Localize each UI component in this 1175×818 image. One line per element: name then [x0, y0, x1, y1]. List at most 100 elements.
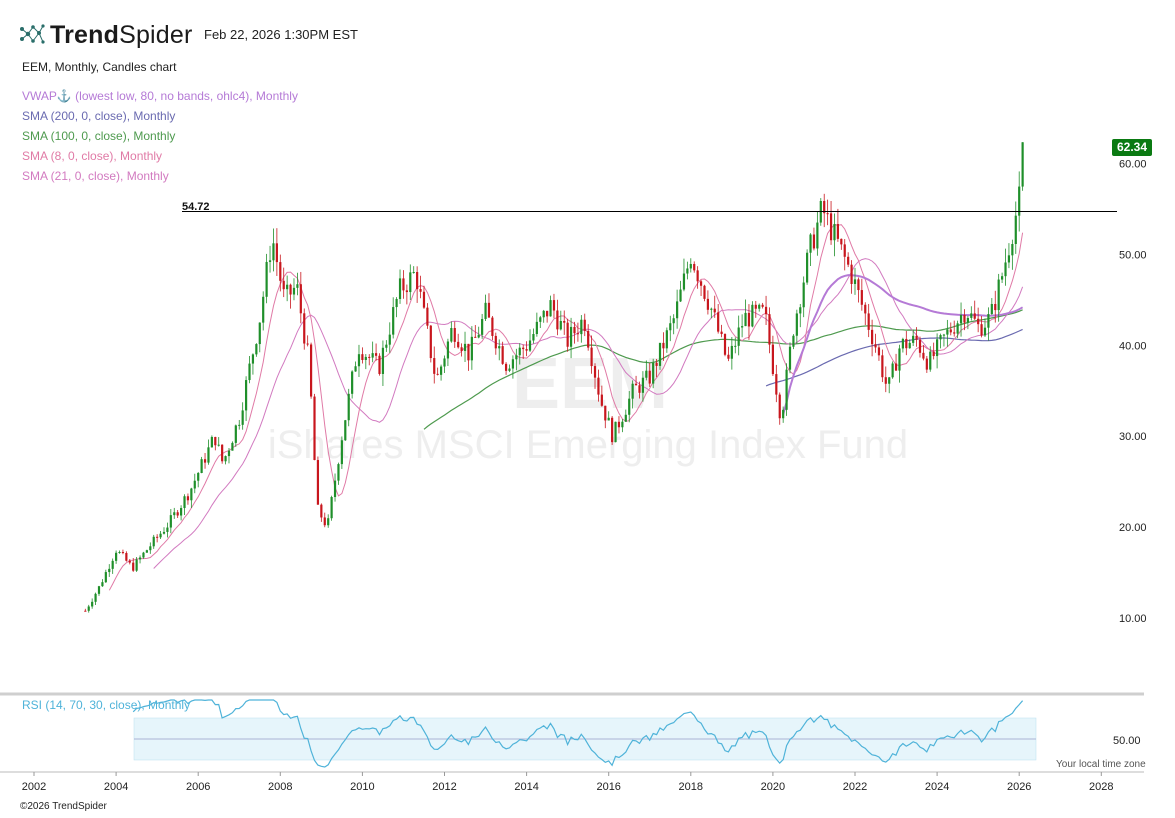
candle-body: [217, 444, 220, 446]
candle-body: [309, 344, 313, 397]
candle-body: [665, 330, 668, 349]
candle-body: [758, 304, 761, 309]
candle-body: [915, 335, 918, 340]
candle-body: [145, 550, 148, 553]
candle-body: [741, 326, 744, 328]
candle-body: [97, 586, 101, 594]
candle-body: [446, 341, 450, 359]
candle-body: [867, 313, 870, 330]
candle-body: [734, 345, 737, 347]
candle-body: [782, 409, 785, 419]
candle-body: [843, 244, 846, 257]
x-tick-label: 2002: [22, 781, 46, 793]
candle-body: [977, 318, 980, 325]
candle-body: [754, 304, 757, 309]
candle-body: [491, 317, 494, 336]
trendspider-logo[interactable]: TrendSpider: [18, 20, 193, 50]
candle-body: [980, 324, 983, 336]
candle-body: [768, 314, 771, 345]
candle-body: [751, 304, 754, 327]
candle-body: [467, 343, 470, 361]
candle-body: [573, 326, 576, 334]
candle-body: [528, 340, 532, 351]
candle-body: [918, 339, 922, 353]
x-tick-label: 2028: [1089, 781, 1113, 793]
candle-body: [898, 348, 901, 371]
candle-body: [156, 536, 159, 538]
candle-body: [959, 314, 963, 324]
indicator-sma-200[interactable]: SMA (200, 0, close), Monthly: [22, 106, 298, 126]
candle-body: [357, 354, 361, 367]
candle-body: [587, 330, 590, 348]
candle-body: [238, 424, 241, 426]
chart-header: TrendSpider Feb 22, 2026 1:30PM EST: [0, 0, 1175, 60]
candle-body: [354, 366, 357, 372]
candle-body: [929, 351, 932, 370]
candle-body: [207, 447, 210, 463]
rsi-indicator-label[interactable]: RSI (14, 70, 30, close), Monthly: [22, 698, 190, 712]
watermark-fund-name: iShares MSCI Emerging Index Fund: [268, 423, 908, 467]
rsi-axis-label: 50.00: [1113, 735, 1141, 747]
candle-body: [987, 314, 990, 328]
y-tick-label: 50.00: [1119, 249, 1147, 261]
candle-body: [703, 285, 706, 299]
candle-body: [453, 328, 456, 342]
candle-body: [487, 302, 491, 318]
candle-body: [316, 460, 320, 505]
candle-body: [788, 346, 792, 370]
x-tick-label: 2022: [843, 781, 867, 793]
chart-title: EEM, Monthly, Candles chart: [22, 60, 177, 74]
candle-body: [203, 459, 207, 463]
indicator-sma-8[interactable]: SMA (8, 0, close), Monthly: [22, 146, 298, 166]
candle-body: [87, 606, 90, 611]
candle-body: [737, 327, 740, 346]
candle-body: [224, 456, 227, 462]
candle-body: [115, 552, 118, 561]
x-tick-label: 2020: [761, 781, 785, 793]
candle-body: [559, 320, 562, 330]
candle-body: [809, 234, 812, 253]
candle-body: [351, 371, 354, 394]
indicator-vwap[interactable]: VWAP⚓ (lowest low, 80, no bands, ohlc4),…: [22, 86, 298, 106]
candle-body: [272, 243, 275, 261]
candle-body: [812, 234, 816, 249]
candle-body: [744, 312, 747, 327]
candle-body: [91, 601, 94, 607]
candle-body: [532, 334, 535, 341]
candle-body: [901, 338, 904, 349]
indicator-sma-21[interactable]: SMA (21, 0, close), Monthly: [22, 166, 298, 186]
candle-body: [853, 279, 857, 284]
brand-bold: Trend: [50, 20, 120, 49]
candle-body: [179, 508, 183, 516]
x-tick-label: 2024: [925, 781, 949, 793]
candle-body: [590, 347, 593, 367]
candle-body: [638, 385, 641, 393]
candle-body: [710, 308, 713, 310]
candle-body: [138, 557, 142, 560]
candle-body: [593, 366, 597, 378]
sma-200-path: [765, 328, 1023, 387]
candle-body: [159, 533, 162, 538]
candle-body: [894, 363, 898, 371]
candle-body: [327, 518, 330, 526]
candle-body: [368, 356, 371, 358]
candle-body: [337, 464, 340, 481]
candle-body: [484, 302, 487, 319]
candle-body: [268, 260, 272, 262]
horizontal-level[interactable]: 54.72: [182, 201, 1117, 213]
candle-body: [720, 331, 723, 335]
candle-body: [409, 272, 412, 293]
indicator-sma-100[interactable]: SMA (100, 0, close), Monthly: [22, 126, 298, 146]
candle-body: [265, 261, 268, 297]
candle-body: [611, 417, 614, 443]
candle-body: [932, 351, 935, 357]
candle-body: [953, 332, 956, 334]
candle-body: [891, 363, 894, 378]
timezone-note[interactable]: Your local time zone: [1056, 759, 1146, 770]
candle-body: [289, 284, 292, 295]
candle-body: [186, 496, 190, 501]
candle-body: [108, 568, 111, 573]
candle-body: [730, 345, 733, 359]
candle-body: [679, 289, 682, 302]
candle-body: [583, 319, 586, 331]
